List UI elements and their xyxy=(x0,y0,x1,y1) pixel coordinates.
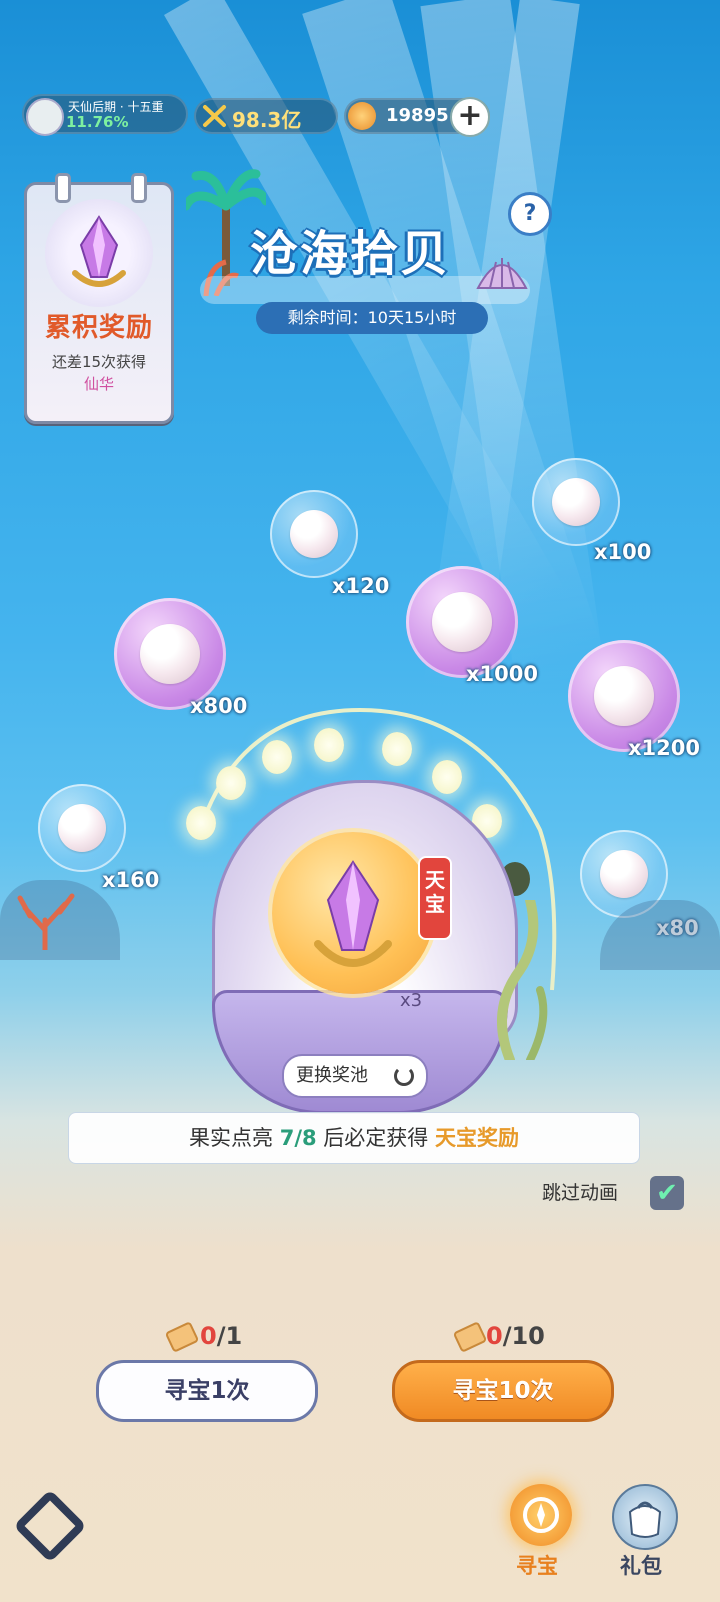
currency-pill: 19895 + xyxy=(344,97,490,137)
gift-bag-icon xyxy=(628,1501,662,1538)
swap-pool-button[interactable]: 更换奖池 xyxy=(282,1054,428,1098)
bubble-quantity: x160 xyxy=(102,868,160,892)
bubble-quantity: x120 xyxy=(332,574,390,598)
realm-pill[interactable]: 天仙后期 · 十五重 11.76% xyxy=(22,94,188,136)
single-needed: /1 xyxy=(216,1322,243,1350)
lantern-lit xyxy=(382,732,412,766)
pearl-icon xyxy=(290,510,338,558)
pearl-icon xyxy=(552,478,600,526)
bubble-quantity: x1000 xyxy=(466,662,538,686)
realm-progress: 11.76% xyxy=(66,113,129,131)
event-title: 沧海拾贝 xyxy=(250,226,451,282)
nav-treasure-label: 寻宝 xyxy=(516,1554,558,1578)
notice-prefix: 果实点亮 xyxy=(189,1126,274,1150)
grand-prize-orb[interactable] xyxy=(272,832,434,994)
crystal-gem-icon xyxy=(72,215,126,287)
notice-middle: 后必定获得 xyxy=(323,1126,429,1150)
reward-gem-frame xyxy=(45,199,153,307)
pearl-bubble[interactable] xyxy=(38,784,126,872)
ticket-icon xyxy=(452,1321,488,1353)
ten-owned: 0 xyxy=(486,1322,503,1350)
bubble-quantity: x1200 xyxy=(628,736,700,760)
nav-treasure-tab[interactable] xyxy=(510,1484,572,1546)
nav-gift-label: 礼包 xyxy=(620,1554,662,1578)
cumulative-title: 累积奖励 xyxy=(44,313,153,343)
notice-reward: 天宝奖励 xyxy=(434,1126,519,1150)
guarantee-notice: 果实点亮 7/8 后必定获得 天宝奖励 xyxy=(68,1112,640,1164)
pearl-icon xyxy=(140,624,200,684)
pearl-icon xyxy=(58,804,106,852)
coral-icon xyxy=(17,893,75,950)
tianbao-tag: 天宝 xyxy=(418,856,452,940)
lantern-lit xyxy=(262,740,292,774)
draw-once-button[interactable]: 寻宝1次 xyxy=(96,1360,318,1422)
power-pill: 98.3亿 xyxy=(194,98,338,134)
notice-progress: 7/8 xyxy=(279,1126,317,1150)
pearl-icon xyxy=(594,666,654,726)
lantern-lit xyxy=(186,806,216,840)
pearl-bubble[interactable] xyxy=(270,490,358,578)
draw-ten-button[interactable]: 寻宝10次 xyxy=(392,1360,614,1422)
seaweed-icon xyxy=(497,900,548,1060)
nav-gift-tab[interactable] xyxy=(612,1484,678,1550)
help-button[interactable]: ? xyxy=(508,192,552,236)
cumulative-reward-name: 仙华 xyxy=(83,375,114,393)
jade-coin-icon xyxy=(348,102,376,130)
single-owned: 0 xyxy=(200,1322,217,1350)
currency-value: 19895 xyxy=(386,105,449,126)
ticket-icon xyxy=(164,1321,200,1353)
refresh-icon xyxy=(394,1066,414,1086)
lantern-lit xyxy=(432,760,462,794)
pearl-icon xyxy=(432,592,492,652)
avatar xyxy=(26,98,64,136)
lantern-lit xyxy=(216,766,246,800)
cumulative-reward-card[interactable]: 累积奖励 还差15次获得 仙华 xyxy=(24,173,174,424)
ten-ticket-count: 0/10 xyxy=(486,1322,545,1350)
grand-prize-multiplier: x3 xyxy=(400,990,423,1011)
skip-animation-label: 跳过动画 xyxy=(542,1182,619,1204)
single-ticket-count: 0/1 xyxy=(200,1322,242,1350)
game-logo-icon[interactable] xyxy=(13,1489,87,1563)
pearl-icon xyxy=(600,850,648,898)
add-currency-button[interactable]: + xyxy=(450,97,490,137)
skip-animation-checkbox[interactable]: ✔ xyxy=(650,1176,684,1210)
ten-needed: /10 xyxy=(502,1322,545,1350)
lantern-lit xyxy=(314,728,344,762)
event-timer: 剩余时间：10天15小时 xyxy=(256,302,488,334)
crossed-swords-icon xyxy=(203,105,226,127)
pearl-bubble[interactable] xyxy=(532,458,620,546)
cumulative-remaining: 还差15次获得 xyxy=(51,353,147,371)
crystal-gem-icon xyxy=(314,860,392,967)
seashell-icon xyxy=(476,258,528,289)
bubble-quantity: x100 xyxy=(594,540,652,564)
swap-pool-label: 更换奖池 xyxy=(296,1065,368,1086)
compass-icon xyxy=(523,1497,559,1533)
power-value: 98.3亿 xyxy=(232,108,302,132)
